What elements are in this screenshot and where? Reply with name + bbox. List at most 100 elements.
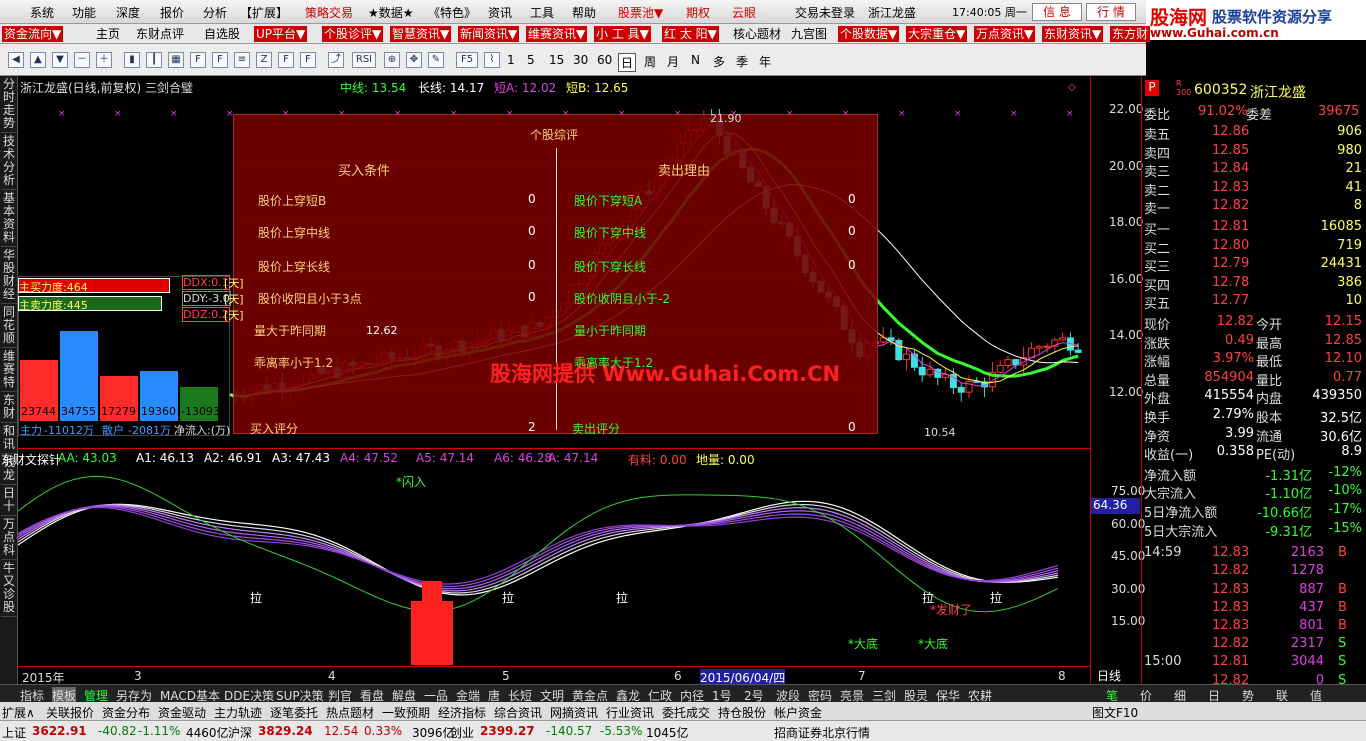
toolbar-link-14[interactable]: 大宗重仓▼ [906,26,968,42]
back-arrow-icon[interactable]: ◀ [8,52,24,68]
menu-help[interactable]: 帮助 [572,4,596,21]
menu-strategy[interactable]: 策略交易 [305,4,353,21]
leftnav-item-4[interactable]: 同花顺 [1,306,17,348]
minus-icon[interactable]: － [74,52,90,68]
toolbar-link-11[interactable]: 核心题材 [733,26,781,42]
toolbar-link-1[interactable]: 主页 [96,26,120,42]
fd-icon[interactable]: F [190,52,206,68]
ext-tab-11[interactable]: 行业资讯 [606,704,654,721]
ext-tab-3[interactable]: 资金驱动 [158,704,206,721]
info-button[interactable]: 信 息 [1032,3,1082,21]
toolbar-link-9[interactable]: 小 工 具▼ [594,26,651,42]
period-week[interactable]: 周 [644,53,656,70]
menu-function[interactable]: 功能 [72,4,96,21]
day-line-button[interactable]: 日线 [1097,667,1121,684]
menu-analysis[interactable]: 分析 [203,4,227,21]
plus-icon[interactable]: ＋ [96,52,112,68]
trend-icon[interactable]: ⤴ [328,52,344,68]
menu-tools[interactable]: 工具 [530,4,554,21]
ext-tab-5[interactable]: 逐笔委托 [270,704,318,721]
period-60[interactable]: 60 [597,53,612,67]
toolbar-link-3[interactable]: 自选股 [204,26,240,42]
toolbar-link-15[interactable]: 万点资讯▼ [974,26,1036,42]
period-season[interactable]: 季 [736,53,748,70]
zoom-icon[interactable]: ⊕ [384,52,400,68]
doc-icon[interactable]: ≡ [234,52,250,68]
f3-icon[interactable]: F [278,52,294,68]
period-n[interactable]: N [691,53,700,67]
leftnav-item-9[interactable]: 日十 [1,487,17,516]
toolbar-link-17[interactable]: 东方财 [1110,26,1151,42]
ext-tab-9[interactable]: 综合资讯 [494,704,542,721]
menu-stockpool[interactable]: 股票池▼ [618,4,663,21]
timeshare-icon[interactable]: ⌇ [484,52,500,68]
period-day[interactable]: 日 [618,53,637,72]
period-multi[interactable]: 多 [713,53,725,70]
period-15[interactable]: 15 [549,53,564,67]
ext-tab-0[interactable]: 扩展∧ [2,704,35,721]
leftnav-item-11[interactable]: 牛又诊股 [1,562,17,617]
ext-tab-12[interactable]: 委托成交 [662,704,710,721]
toolbar-link-12[interactable]: 九宫图 [791,26,827,42]
candle-icon[interactable]: ┃ [146,52,162,68]
ext-tab-7[interactable]: 一致预期 [382,704,430,721]
toolbar-link-10[interactable]: 红 太 阳▼ [662,26,719,42]
leftnav-item-2[interactable]: 基本资料 [1,192,17,247]
move-icon[interactable]: ✥ [406,52,422,68]
menu-depth[interactable]: 深度 [116,4,140,21]
menu-system[interactable]: 系统 [30,4,54,21]
rsi-icon[interactable]: RSI [352,52,376,68]
ext-tab-1[interactable]: 关联报价 [46,704,94,721]
period-1[interactable]: 1 [507,53,515,67]
ext-tab-4[interactable]: 主力轨迹 [214,704,262,721]
quote-button[interactable]: 行 情 [1086,3,1136,21]
leftnav-item-5[interactable]: 维赛特 [1,350,17,392]
toolbar-link-5[interactable]: 个股诊评▼ [322,26,384,42]
menu-data[interactable]: ★数据★ [368,4,414,21]
toolbar-link-2[interactable]: 东财点评 [136,26,184,42]
ext-tab-14[interactable]: 帐户资金 [774,704,822,721]
toolbar-link-0[interactable]: 资金流向▼ [2,26,64,42]
toolbar-link-6[interactable]: 智慧资讯▼ [390,26,452,42]
period-month[interactable]: 月 [667,53,679,70]
toolbar-link-13[interactable]: 个股数据▼ [838,26,900,42]
grid-icon[interactable]: ▦ [168,52,184,68]
stat-label2-1: 最高 [1256,336,1283,352]
kline-chart[interactable]: ×××××××××××××××××××◇ 浙江龙盛(日线,前复权) 三剑合璧 中… [18,76,1090,448]
f10-icon[interactable]: F [212,52,228,68]
indicator-pane[interactable]: 东财文探针 AA: 43.03 A1: 46.13 A2: 46.91 A3: 47.4… [1,448,1090,666]
toolbar-link-8[interactable]: 维赛资讯▼ [526,26,588,42]
ext-tab-10[interactable]: 网摘资讯 [550,704,598,721]
f4-icon[interactable]: F [300,52,316,68]
fig-f10-button[interactable]: 图文F10 [1092,704,1138,721]
leftnav-item-3[interactable]: 华股财经 [1,249,17,304]
toolbar-link-7[interactable]: 新闻资讯▼ [458,26,520,42]
leftnav-item-6[interactable]: 东财 [1,394,17,423]
ext-tab-6[interactable]: 热点题材 [326,704,374,721]
ext-tab-13[interactable]: 持仓股份 [718,704,766,721]
ext-tab-2[interactable]: 资金分布 [102,704,150,721]
f5-icon[interactable]: F5 [456,52,478,68]
draw-icon[interactable]: ✎ [428,52,444,68]
leftnav-item-7[interactable]: 和讯 [1,425,17,454]
menu-special[interactable]: 《特色》 [428,4,476,21]
ext-tab-8[interactable]: 经济指标 [438,704,486,721]
leftnav-item-0[interactable]: 分时走势 [1,78,17,133]
toolbar-link-4[interactable]: UP平台▼ [254,26,308,42]
f2-icon[interactable]: Z [256,52,272,68]
menu-options[interactable]: 期权 [686,4,710,21]
leftnav-item-10[interactable]: 万点科 [1,518,17,560]
period-5[interactable]: 5 [527,53,535,67]
up-arrow-icon[interactable]: ▲ [30,52,46,68]
toolbar-link-16[interactable]: 东财资讯▼ [1042,26,1104,42]
menu-news[interactable]: 资讯 [488,4,512,21]
menu-extend[interactable]: 【扩展】 [240,4,288,21]
period-year[interactable]: 年 [759,53,771,70]
bar-icon[interactable]: ▮ [124,52,140,68]
period-30[interactable]: 30 [573,53,588,67]
down-arrow-icon[interactable]: ▼ [52,52,68,68]
login-status[interactable]: 交易未登录 [795,4,855,21]
menu-cloud[interactable]: 云眼 [732,4,756,21]
menu-quote[interactable]: 报价 [160,4,184,21]
leftnav-item-1[interactable]: 技术分析 [1,135,17,190]
